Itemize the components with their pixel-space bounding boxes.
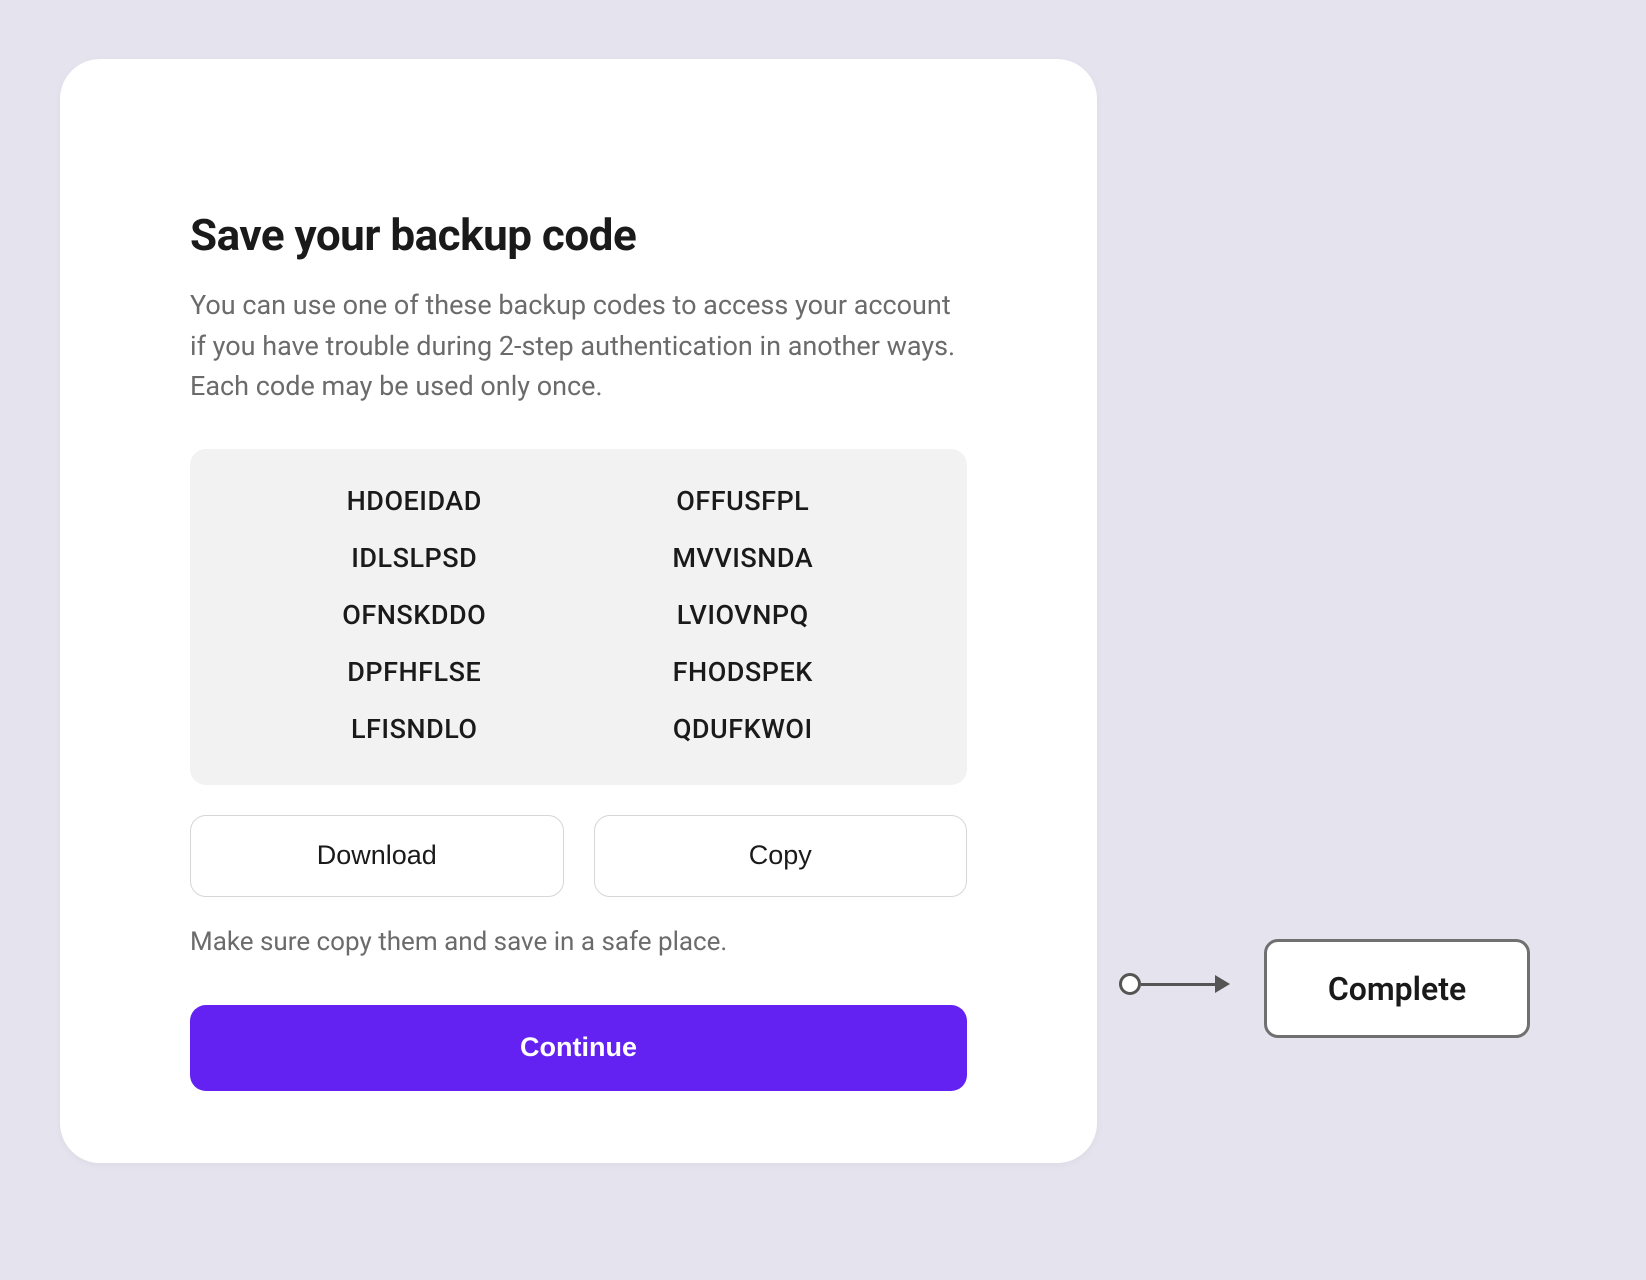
complete-flow-node: Complete [1264, 939, 1530, 1038]
arrow-head-icon [1215, 975, 1230, 993]
backup-code: FHODSPEK [579, 656, 908, 688]
backup-code: DPFHFLSE [250, 656, 579, 688]
backup-code: HDOEIDAD [250, 485, 579, 517]
backup-code: MVVISNDA [579, 542, 908, 574]
dialog-description: You can use one of these backup codes to… [190, 285, 967, 407]
download-button[interactable]: Download [190, 815, 564, 897]
dialog-title: Save your backup code [190, 209, 967, 261]
backup-code: OFFUSFPL [579, 485, 908, 517]
flow-arrow-icon [1119, 973, 1230, 995]
copy-button[interactable]: Copy [594, 815, 968, 897]
arrow-line [1141, 983, 1217, 986]
backup-code: LFISNDLO [250, 713, 579, 745]
helper-text: Make sure copy them and save in a safe p… [190, 927, 967, 957]
backup-codes-panel: HDOEIDAD OFFUSFPL IDLSLPSD MVVISNDA OFNS… [190, 449, 967, 785]
arrow-origin-circle [1119, 973, 1141, 995]
action-button-row: Download Copy [190, 815, 967, 897]
backup-code: QDUFKWOI [579, 713, 908, 745]
backup-code-dialog: Save your backup code You can use one of… [60, 59, 1097, 1163]
backup-code: LVIOVNPQ [579, 599, 908, 631]
backup-code: IDLSLPSD [250, 542, 579, 574]
continue-button[interactable]: Continue [190, 1005, 967, 1091]
backup-code: OFNSKDDO [250, 599, 579, 631]
